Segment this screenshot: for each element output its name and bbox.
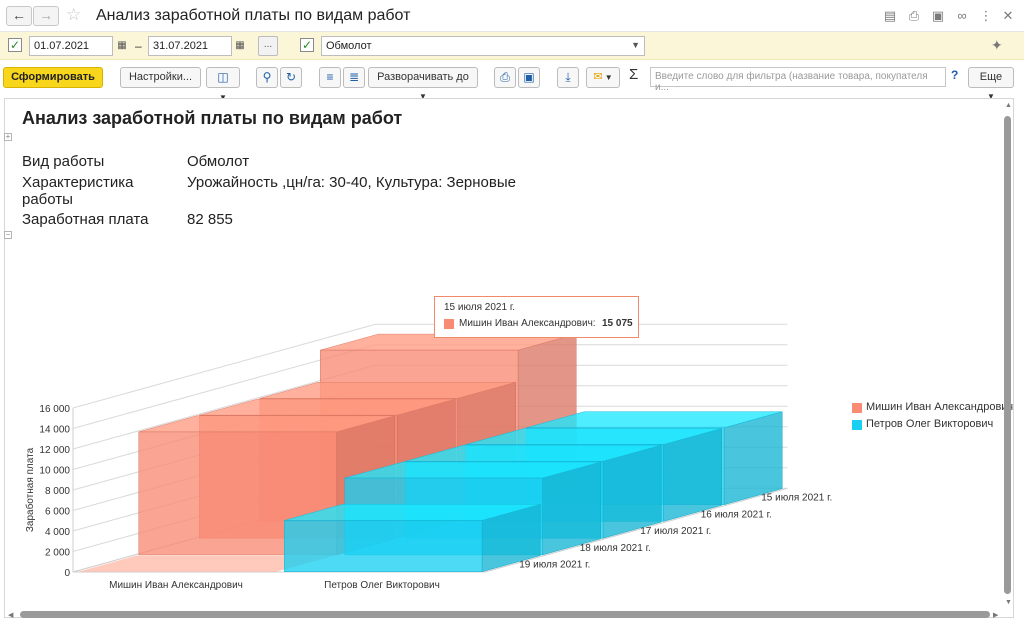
tooltip-swatch [444, 319, 454, 329]
y-tick-label: 0 [64, 568, 70, 579]
y-tick-label: 4 000 [45, 527, 70, 538]
y-tick-label: 16 000 [39, 404, 70, 415]
y-tick-label: 14 000 [39, 425, 70, 436]
vertical-scrollbar[interactable] [1004, 116, 1011, 594]
x-category-label: Петров Олег Викторович [324, 580, 440, 591]
tooltip-value: 15 075 [602, 318, 633, 329]
bar-side [723, 411, 783, 506]
tooltip-series: Мишин Иван Александрович: [459, 318, 596, 329]
depth-category-label: 19 июля 2021 г. [519, 560, 590, 571]
bar-side [602, 444, 662, 539]
bar-side [663, 428, 722, 522]
legend-swatch-mishin [852, 403, 862, 413]
depth-category-label: 16 июля 2021 г. [701, 509, 772, 520]
scroll-down-icon[interactable]: ▼ [1005, 599, 1012, 606]
legend-item-petrov: Петров Олег Викторович [866, 418, 994, 430]
tooltip-date: 15 июля 2021 г. [444, 302, 516, 313]
scroll-up-icon[interactable]: ▲ [1005, 102, 1012, 109]
scroll-right-icon[interactable]: ▶ [993, 611, 998, 619]
y-tick-label: 10 000 [39, 466, 70, 477]
y-tick-label: 2 000 [45, 548, 70, 559]
x-category-label: Мишин Иван Александрович [109, 580, 243, 591]
depth-category-label: 15 июля 2021 г. [761, 493, 832, 504]
horizontal-scrollbar[interactable] [20, 611, 990, 618]
y-axis-title: Заработная плата [24, 447, 36, 532]
depth-category-label: 18 июля 2021 г. [580, 543, 651, 554]
chart-tooltip: 15 июля 2021 г. Мишин Иван Александрович… [434, 296, 639, 338]
depth-category-label: 17 июля 2021 г. [640, 526, 711, 537]
scroll-left-icon[interactable]: ◀ [8, 611, 13, 619]
bar-front [284, 520, 483, 572]
bar-side [542, 461, 601, 556]
legend-item-mishin: Мишин Иван Александрович [866, 401, 1014, 413]
y-tick-label: 8 000 [45, 486, 70, 497]
y-tick-label: 12 000 [39, 445, 70, 456]
y-tick-label: 6 000 [45, 507, 70, 518]
legend-swatch-petrov [852, 420, 862, 430]
